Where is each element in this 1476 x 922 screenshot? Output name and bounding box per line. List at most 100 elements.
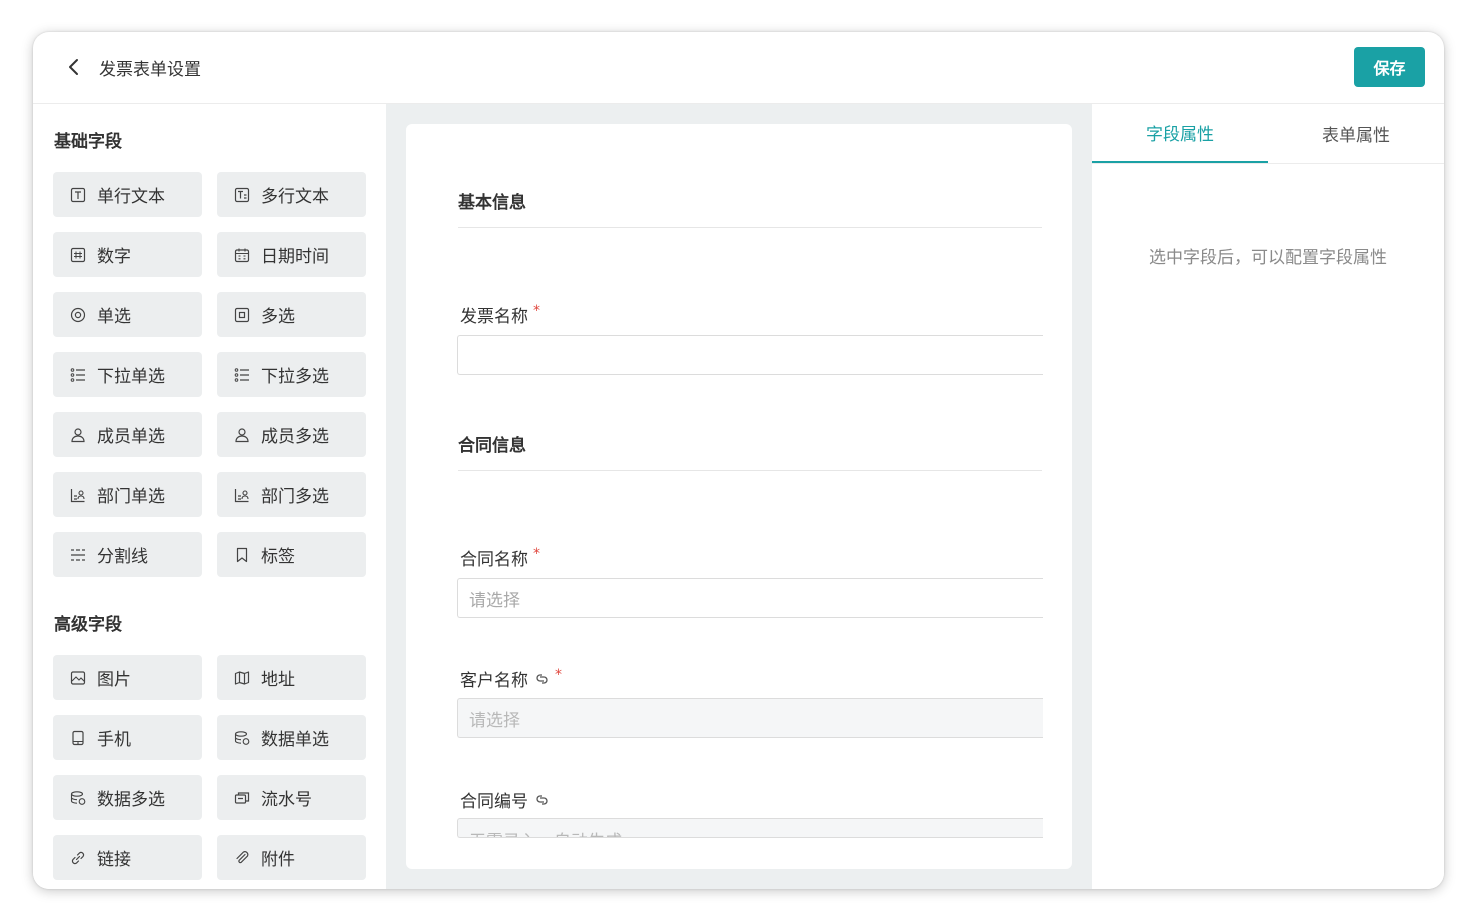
field-checkbox[interactable]: 多选 xyxy=(217,292,366,337)
advanced-fields-title: 高级字段 xyxy=(54,615,122,635)
multi-line-text-icon xyxy=(234,187,250,203)
field-divider[interactable]: 分割线 xyxy=(53,532,202,577)
divider-icon xyxy=(70,547,86,563)
field-label: 成员多选 xyxy=(261,427,329,447)
field-label: 手机 xyxy=(97,730,131,750)
field-label: 数据单选 xyxy=(261,730,329,750)
field-data-multi[interactable]: 数据多选 xyxy=(53,775,202,820)
invoice-name-input[interactable] xyxy=(457,335,1043,375)
field-data-single[interactable]: 数据单选 xyxy=(217,715,366,760)
contract-number-input[interactable]: 无需录入，自动生成 xyxy=(457,818,1043,838)
tab-form-properties[interactable]: 表单属性 xyxy=(1268,104,1444,163)
image-icon xyxy=(70,670,86,686)
label-text: 发票名称 xyxy=(460,307,528,327)
properties-panel: 字段属性 表单属性 选中字段后，可以配置字段属性 xyxy=(1092,104,1444,889)
field-address[interactable]: 地址 xyxy=(217,655,366,700)
field-label: 链接 xyxy=(97,850,131,870)
calendar-icon xyxy=(234,247,250,263)
field-label: 分割线 xyxy=(97,547,148,567)
checkbox-icon xyxy=(234,307,250,323)
field-link[interactable]: 链接 xyxy=(53,835,202,880)
customer-name-label[interactable]: 客户名称 * xyxy=(460,666,562,692)
list-icon xyxy=(234,367,250,383)
single-line-text-icon xyxy=(70,187,86,203)
field-image[interactable]: 图片 xyxy=(53,655,202,700)
user-icon xyxy=(70,427,86,443)
contract-name-select[interactable]: 请选择 xyxy=(457,578,1043,618)
section-contract-info[interactable]: 合同信息 xyxy=(458,431,1042,471)
form-canvas: 基本信息 发票名称 * 合同信息 合同名称 * 请选择 客户名称 * 请选择 合… xyxy=(386,104,1092,889)
field-phone[interactable]: 手机 xyxy=(53,715,202,760)
form-preview-card: 基本信息 发票名称 * 合同信息 合同名称 * 请选择 客户名称 * 请选择 合… xyxy=(406,124,1072,869)
tab-divider xyxy=(1092,163,1444,164)
empty-state-hint: 选中字段后，可以配置字段属性 xyxy=(1149,248,1387,268)
required-mark: * xyxy=(533,302,540,319)
radio-icon xyxy=(70,307,86,323)
field-label: 多选 xyxy=(261,307,295,327)
field-label: 数字 xyxy=(97,247,131,267)
field-label: 成员单选 xyxy=(97,427,165,447)
field-label: 日期时间 xyxy=(261,247,329,267)
invoice-name-label[interactable]: 发票名称 * xyxy=(460,302,540,328)
back-arrow-icon[interactable] xyxy=(63,56,85,78)
form-settings-window: 发票表单设置 保存 基础字段 单行文本 多行文本 数字 日期时间 单选 多选 下… xyxy=(33,32,1444,889)
department-icon xyxy=(234,487,250,503)
field-number[interactable]: 数字 xyxy=(53,232,202,277)
contract-number-label[interactable]: 合同编号 xyxy=(460,787,550,812)
map-icon xyxy=(234,670,250,686)
field-radio[interactable]: 单选 xyxy=(53,292,202,337)
field-label: 下拉多选 xyxy=(261,367,329,387)
field-tag[interactable]: 标签 xyxy=(217,532,366,577)
linked-field-icon xyxy=(536,673,548,684)
tab-field-properties[interactable]: 字段属性 xyxy=(1092,104,1268,163)
field-label: 部门单选 xyxy=(97,487,165,507)
field-member-multi[interactable]: 成员多选 xyxy=(217,412,366,457)
serial-number-icon xyxy=(234,790,250,806)
save-button[interactable]: 保存 xyxy=(1354,47,1425,87)
field-label: 多行文本 xyxy=(261,187,329,207)
field-palette: 基础字段 单行文本 多行文本 数字 日期时间 单选 多选 下拉单选 下拉多选 成… xyxy=(33,104,386,889)
basic-fields-title: 基础字段 xyxy=(54,132,122,152)
list-icon xyxy=(70,367,86,383)
required-mark: * xyxy=(533,545,540,562)
user-icon xyxy=(234,427,250,443)
field-department-multi[interactable]: 部门多选 xyxy=(217,472,366,517)
field-label: 单选 xyxy=(97,307,131,327)
database-icon xyxy=(70,790,86,806)
field-datetime[interactable]: 日期时间 xyxy=(217,232,366,277)
field-department-single[interactable]: 部门单选 xyxy=(53,472,202,517)
field-multi-line-text[interactable]: 多行文本 xyxy=(217,172,366,217)
database-icon xyxy=(234,730,250,746)
field-label: 地址 xyxy=(261,670,295,690)
attachment-icon xyxy=(234,850,250,866)
field-dropdown-single[interactable]: 下拉单选 xyxy=(53,352,202,397)
field-dropdown-multi[interactable]: 下拉多选 xyxy=(217,352,366,397)
label-text: 合同名称 xyxy=(460,550,528,570)
label-text: 合同编号 xyxy=(460,792,528,812)
required-mark: * xyxy=(555,666,562,683)
top-bar: 发票表单设置 保存 xyxy=(33,32,1444,104)
field-single-line-text[interactable]: 单行文本 xyxy=(53,172,202,217)
link-icon xyxy=(70,850,86,866)
field-label: 下拉单选 xyxy=(97,367,165,387)
field-attachment[interactable]: 附件 xyxy=(217,835,366,880)
department-icon xyxy=(70,487,86,503)
bookmark-icon xyxy=(234,547,250,563)
field-label: 数据多选 xyxy=(97,790,165,810)
field-label: 标签 xyxy=(261,547,295,567)
linked-field-icon xyxy=(536,794,548,805)
number-icon xyxy=(70,247,86,263)
customer-name-select[interactable]: 请选择 xyxy=(457,698,1043,738)
field-label: 附件 xyxy=(261,850,295,870)
field-label: 流水号 xyxy=(261,790,312,810)
field-serial-number[interactable]: 流水号 xyxy=(217,775,366,820)
phone-icon xyxy=(70,730,86,746)
field-label: 单行文本 xyxy=(97,187,165,207)
contract-name-label[interactable]: 合同名称 * xyxy=(460,545,540,571)
field-label: 部门多选 xyxy=(261,487,329,507)
section-basic-info[interactable]: 基本信息 xyxy=(458,188,1042,228)
label-text: 客户名称 xyxy=(460,671,528,691)
page-title: 发票表单设置 xyxy=(99,60,201,80)
field-member-single[interactable]: 成员单选 xyxy=(53,412,202,457)
field-label: 图片 xyxy=(97,670,131,690)
